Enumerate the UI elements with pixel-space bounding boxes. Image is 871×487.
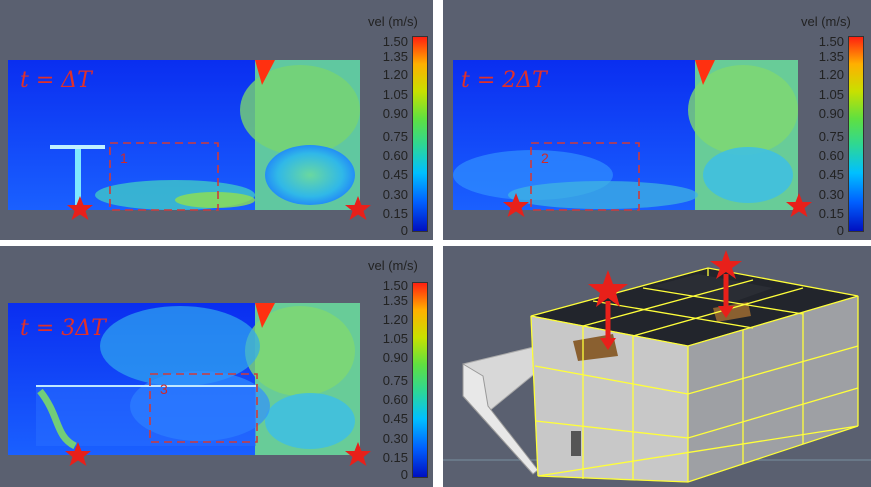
- tick: 0.30: [382, 187, 408, 202]
- tick: 1.05: [382, 331, 408, 346]
- time-label-3: t = 3ΔT: [20, 316, 106, 341]
- velocity-panel-1: 1 t = ΔT vel (m/s) 1.50 1.35 1.20 1.05 0…: [0, 0, 433, 240]
- tick: 0.90: [382, 106, 408, 121]
- tick: 0.30: [818, 187, 844, 202]
- colorbar: [848, 36, 864, 232]
- time-label-1: t = ΔT: [20, 68, 92, 93]
- tick: 1.05: [818, 87, 844, 102]
- building-3d-view: [443, 246, 871, 487]
- tick: 0.60: [382, 148, 408, 163]
- building-model: [443, 246, 871, 487]
- tick: 0.45: [382, 167, 408, 182]
- tick: 0.15: [818, 206, 844, 221]
- tick: 0.75: [818, 129, 844, 144]
- tick: 1.35: [818, 49, 844, 64]
- velocity-panel-2: 2 t = 2ΔT vel (m/s) 1.50 1.35 1.20 1.05 …: [443, 0, 871, 240]
- tick: 1.50: [818, 34, 844, 49]
- tick: 1.20: [382, 312, 408, 327]
- tick: 0: [400, 467, 408, 482]
- region-label-2: 2: [541, 150, 549, 166]
- tick: 0.15: [382, 206, 408, 221]
- colorbar-title: vel (m/s): [368, 14, 418, 29]
- tick: 1.50: [382, 278, 408, 293]
- tick: 0.60: [818, 148, 844, 163]
- tick: 0.45: [382, 411, 408, 426]
- colorbar: [412, 36, 428, 232]
- tick: 0: [400, 223, 408, 238]
- tick: 0.60: [382, 392, 408, 407]
- tick: 0.30: [382, 431, 408, 446]
- tick: 0.75: [382, 373, 408, 388]
- tick: 1.35: [382, 49, 408, 64]
- colorbar: [412, 282, 428, 478]
- tick: 0.45: [818, 167, 844, 182]
- tick: 1.20: [382, 67, 408, 82]
- region-label-3: 3: [160, 381, 168, 397]
- tick: 0.15: [382, 450, 408, 465]
- tick: 0.90: [818, 106, 844, 121]
- tick: 1.50: [382, 34, 408, 49]
- colorbar-title: vel (m/s): [801, 14, 851, 29]
- tick: 1.05: [382, 87, 408, 102]
- tick: 0.90: [382, 350, 408, 365]
- tick: 1.20: [818, 67, 844, 82]
- time-label-2: t = 2ΔT: [461, 68, 547, 93]
- tick: 0.75: [382, 129, 408, 144]
- colorbar-title: vel (m/s): [368, 258, 418, 273]
- tick: 0: [836, 223, 844, 238]
- region-label-1: 1: [120, 150, 128, 166]
- velocity-panel-3: 3 t = 3ΔT vel (m/s) 1.50 1.35 1.20 1.05 …: [0, 246, 433, 487]
- tick: 1.35: [382, 293, 408, 308]
